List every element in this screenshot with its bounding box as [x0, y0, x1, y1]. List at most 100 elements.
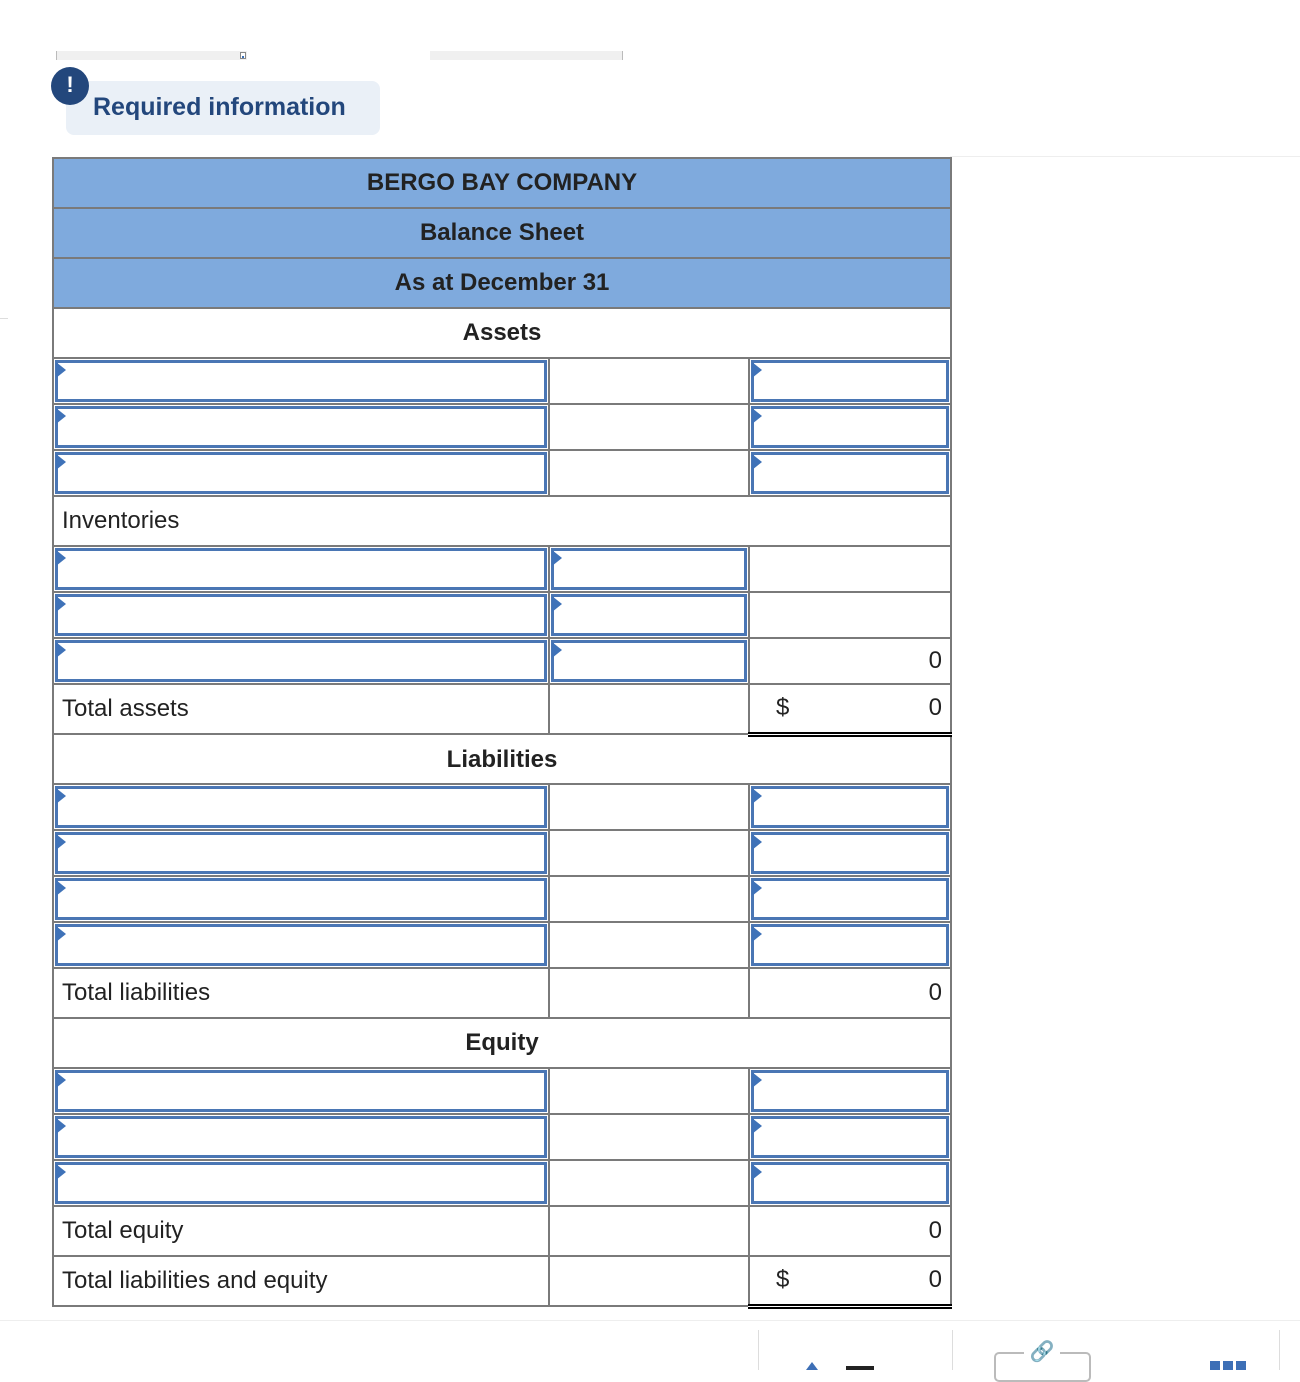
liability-row [52, 783, 953, 831]
empty-cell [548, 449, 750, 497]
resize-handle-icon[interactable] [240, 52, 246, 59]
total-liabilities-equity-row: Total liabilities and equity $ 0 [52, 1255, 953, 1309]
amount-input[interactable] [551, 548, 747, 590]
empty-cell [548, 1067, 750, 1115]
equity-row [52, 1113, 953, 1161]
total-liabilities-equity-label: Total liabilities and equity [52, 1255, 550, 1307]
account-dropdown[interactable] [55, 594, 547, 636]
divider [950, 156, 1300, 157]
inventories-subtotal-value: 0 [928, 647, 943, 674]
total-liabilities-row: Total liabilities 0 [52, 967, 953, 1019]
divider [758, 1330, 759, 1370]
divider [1279, 1330, 1280, 1370]
inventories-subtotal: 0 [747, 637, 953, 685]
total-equity-label: Total equity [52, 1205, 550, 1257]
total-liabilities-equity-text: Total liabilities and equity [62, 1267, 328, 1294]
scroll-track-left [56, 51, 247, 60]
account-dropdown[interactable] [55, 406, 547, 448]
amount-input[interactable] [751, 1070, 950, 1112]
amount-input[interactable] [751, 1116, 950, 1158]
alert-icon: ! [51, 67, 89, 105]
inventories-label: Inventories [51, 495, 953, 547]
link-icon[interactable]: 🔗 [1024, 1342, 1060, 1362]
total-equity-row: Total equity 0 [52, 1205, 953, 1257]
amount-input[interactable] [751, 878, 950, 920]
section-liabilities: Liabilities [51, 733, 953, 785]
account-dropdown[interactable] [55, 1162, 547, 1204]
liability-row [52, 921, 953, 969]
inventories-text: Inventories [62, 507, 180, 534]
total-liabilities-equity-value: 0 [928, 1266, 943, 1294]
amount-input[interactable] [751, 452, 950, 494]
asset-row [52, 357, 953, 405]
equity-row [52, 1159, 953, 1207]
empty-cell [548, 921, 750, 969]
grid-icon[interactable] [1210, 1361, 1246, 1370]
divider [952, 1330, 953, 1370]
total-equity-value: 0 [928, 1217, 943, 1244]
total-assets-cell: $ 0 [747, 683, 953, 737]
section-assets: Assets [51, 307, 953, 359]
equity-row [52, 1067, 953, 1115]
asset-row [52, 403, 953, 451]
account-dropdown[interactable] [55, 786, 547, 828]
total-liabilities-value: 0 [928, 979, 943, 1006]
account-dropdown[interactable] [55, 832, 547, 874]
amount-input[interactable] [551, 640, 747, 682]
account-dropdown[interactable] [55, 640, 547, 682]
total-assets-text: Total assets [62, 695, 189, 722]
amount-input[interactable] [751, 1162, 950, 1204]
empty-cell [548, 1113, 750, 1161]
empty-cell [548, 1255, 750, 1307]
scroll-track-right [430, 51, 623, 60]
inventory-row: 0 [52, 637, 953, 685]
total-equity-cell: 0 [747, 1205, 953, 1257]
empty-cell [548, 1205, 750, 1257]
empty-cell [548, 829, 750, 877]
amount-input[interactable] [751, 360, 950, 402]
account-dropdown[interactable] [55, 548, 547, 590]
asset-row [52, 449, 953, 497]
account-dropdown[interactable] [55, 924, 547, 966]
total-assets-label: Total assets [52, 683, 550, 735]
amount-input[interactable] [751, 786, 950, 828]
empty-cell [548, 875, 750, 923]
total-assets-value: 0 [928, 694, 943, 722]
total-liabilities-text: Total liabilities [62, 979, 211, 1006]
empty-cell [548, 403, 750, 451]
amount-input[interactable] [551, 594, 747, 636]
section-equity: Equity [51, 1017, 953, 1069]
account-dropdown[interactable] [55, 452, 547, 494]
balance-sheet-table: BERGO BAY COMPANY Balance Sheet As at De… [51, 157, 953, 1309]
empty-cell [548, 357, 750, 405]
currency-symbol: $ [776, 1266, 790, 1294]
account-dropdown[interactable] [55, 1070, 547, 1112]
empty-cell [548, 1159, 750, 1207]
total-assets-row: Total assets $ 0 [52, 683, 953, 737]
divider [0, 318, 8, 319]
statement-title: Balance Sheet [51, 207, 953, 259]
account-dropdown[interactable] [55, 1116, 547, 1158]
required-info-label: Required information [93, 93, 346, 121]
amount-input[interactable] [751, 832, 950, 874]
total-liabilities-label: Total liabilities [52, 967, 550, 1019]
empty-cell [548, 783, 750, 831]
empty-cell [548, 683, 750, 735]
currency-symbol: $ [776, 694, 790, 722]
liability-row [52, 875, 953, 923]
total-liabilities-cell: 0 [747, 967, 953, 1019]
liability-row [52, 829, 953, 877]
amount-input[interactable] [751, 924, 950, 966]
amount-input[interactable] [751, 406, 950, 448]
account-dropdown[interactable] [55, 360, 547, 402]
prev-arrow-icon[interactable] [806, 1362, 818, 1370]
empty-cell [548, 967, 750, 1019]
inventory-row [52, 545, 953, 593]
divider [0, 1320, 1300, 1321]
company-name: BERGO BAY COMPANY [51, 157, 953, 209]
empty-cell [747, 545, 953, 593]
prev-button[interactable] [846, 1366, 874, 1370]
total-liabilities-equity-cell: $ 0 [747, 1255, 953, 1309]
account-dropdown[interactable] [55, 878, 547, 920]
statement-date: As at December 31 [51, 257, 953, 309]
